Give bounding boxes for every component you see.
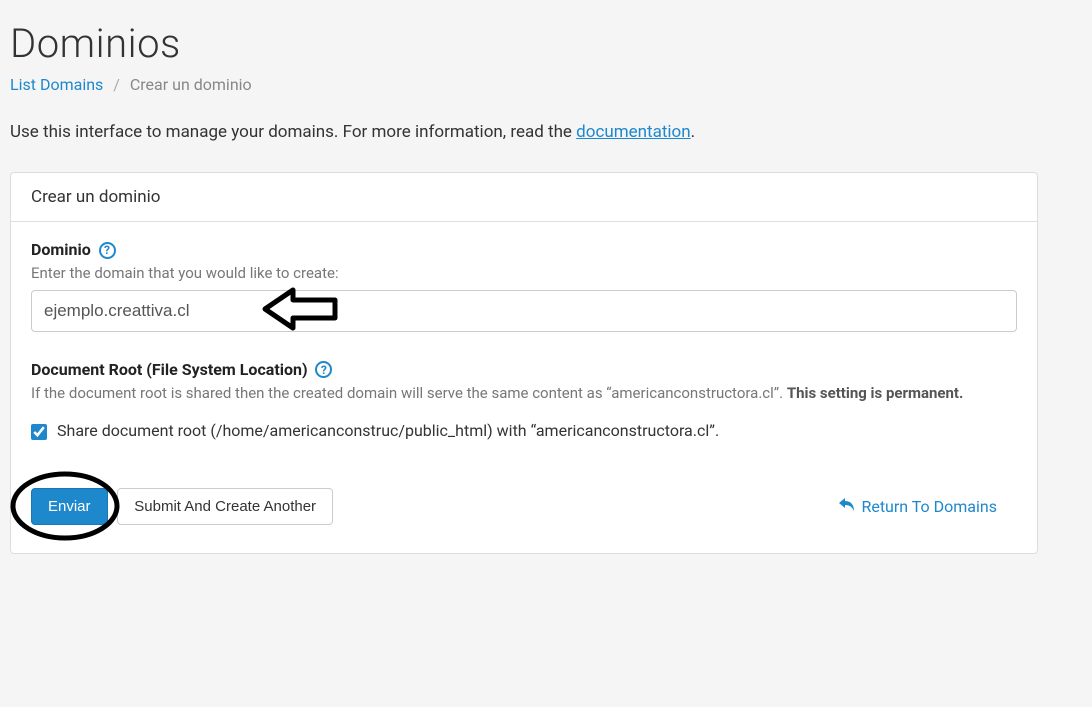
domain-input[interactable] bbox=[31, 290, 1017, 332]
help-icon[interactable]: ? bbox=[315, 361, 332, 378]
return-to-domains-link[interactable]: Return To Domains bbox=[839, 497, 997, 516]
reply-arrow-icon bbox=[839, 497, 855, 516]
domain-label: Dominio bbox=[31, 240, 91, 259]
submit-button[interactable]: Enviar bbox=[31, 488, 108, 525]
help-icon[interactable]: ? bbox=[99, 242, 116, 259]
share-docroot-checkbox[interactable] bbox=[31, 424, 47, 440]
page-title: Dominios bbox=[10, 20, 1082, 67]
breadcrumb: List Domains / Crear un dominio bbox=[10, 75, 1082, 94]
create-domain-panel: Crear un dominio Dominio ? Enter the dom… bbox=[10, 172, 1038, 554]
intro-text: Use this interface to manage your domain… bbox=[10, 122, 1082, 142]
share-docroot-label[interactable]: Share document root (/home/americanconst… bbox=[57, 421, 719, 440]
domain-hint: Enter the domain that you would like to … bbox=[31, 264, 1017, 282]
breadcrumb-separator: / bbox=[113, 75, 120, 94]
documentation-link[interactable]: documentation bbox=[576, 122, 690, 142]
docroot-label: Document Root (File System Location) bbox=[31, 360, 308, 379]
breadcrumb-list-domains[interactable]: List Domains bbox=[10, 75, 103, 94]
submit-another-button[interactable]: Submit And Create Another bbox=[117, 488, 333, 525]
panel-heading: Crear un dominio bbox=[11, 173, 1037, 222]
docroot-hint: If the document root is shared then the … bbox=[31, 383, 1017, 405]
breadcrumb-current: Crear un dominio bbox=[130, 75, 252, 94]
